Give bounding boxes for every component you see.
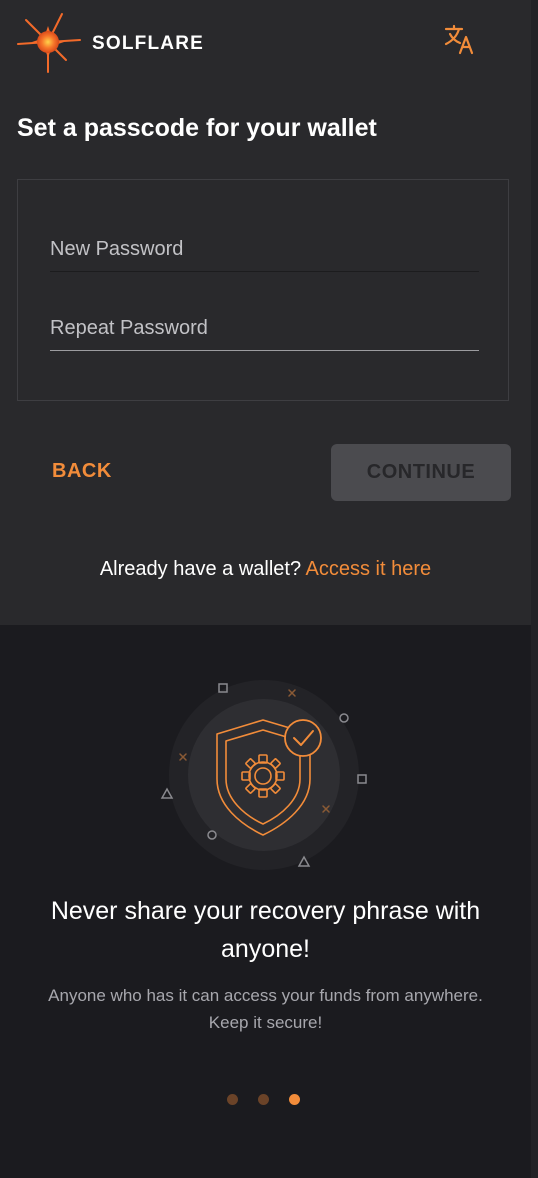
carousel-dot-3[interactable] [289, 1094, 300, 1105]
shield-gear-check-icon [160, 680, 367, 870]
carousel-dot-2[interactable] [258, 1094, 269, 1105]
back-button[interactable]: BACK [52, 460, 112, 483]
promo-subtitle: Anyone who has it can access your funds … [48, 986, 483, 1032]
carousel-dot-1[interactable] [227, 1094, 238, 1105]
scrollbar[interactable] [531, 0, 538, 1178]
brand-name: SOLFLARE [92, 33, 204, 54]
promo-title: Never share your recovery phrase with an… [50, 897, 481, 963]
password-form [17, 179, 509, 401]
continue-button[interactable]: CONTINUE [331, 444, 511, 501]
repeat-password-input[interactable] [50, 306, 479, 351]
translate-icon[interactable] [442, 24, 478, 56]
page-title: Set a passcode for your wallet [17, 114, 377, 142]
solflare-logo-icon [17, 13, 81, 73]
access-wallet-link[interactable]: Access it here [306, 558, 432, 580]
access-wallet-prompt: Already have a wallet? Access it here [0, 558, 531, 581]
access-prompt-text: Already have a wallet? [99, 558, 302, 580]
new-password-input[interactable] [50, 227, 479, 272]
